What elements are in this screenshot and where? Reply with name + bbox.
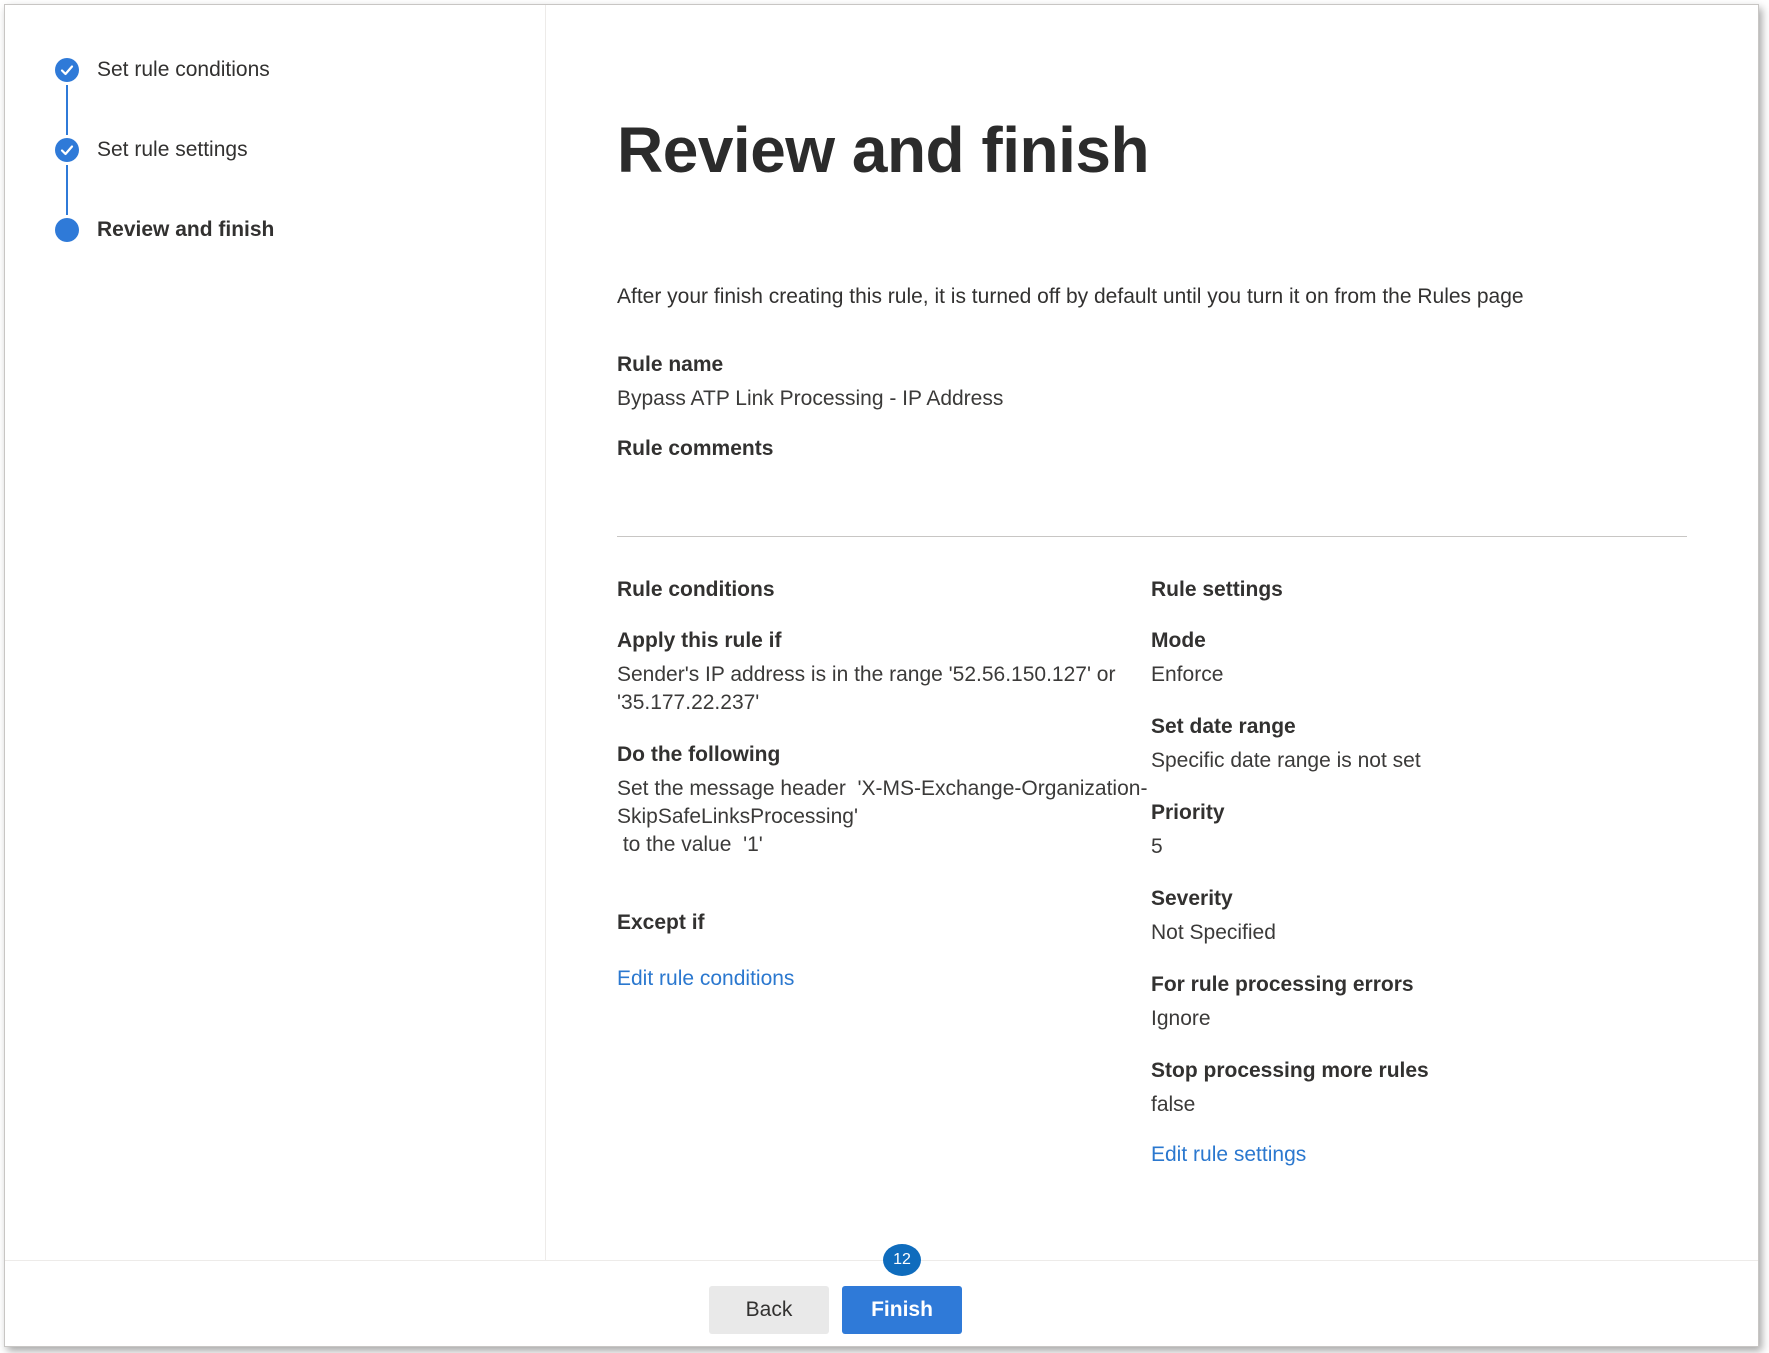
processing-errors-value: Ignore bbox=[1151, 1007, 1211, 1030]
step-label: Review and finish bbox=[97, 218, 275, 241]
step-label: Set rule conditions bbox=[97, 58, 270, 81]
rule-settings-heading: Rule settings bbox=[1151, 578, 1283, 601]
checkmark-icon bbox=[55, 138, 79, 162]
apply-rule-if-label: Apply this rule if bbox=[617, 629, 782, 652]
finish-button[interactable]: Finish bbox=[842, 1286, 962, 1334]
mode-value: Enforce bbox=[1151, 663, 1224, 686]
step-number-badge: 12 bbox=[883, 1244, 921, 1276]
step-connector bbox=[66, 85, 68, 135]
back-button[interactable]: Back bbox=[709, 1286, 829, 1334]
checkmark-icon bbox=[55, 58, 79, 82]
step-connector bbox=[66, 165, 68, 215]
edit-rule-conditions-link[interactable]: Edit rule conditions bbox=[617, 967, 794, 991]
priority-value: 5 bbox=[1151, 835, 1163, 858]
intro-text: After your finish creating this rule, it… bbox=[617, 285, 1524, 308]
mode-label: Mode bbox=[1151, 629, 1206, 652]
rule-name-label: Rule name bbox=[617, 353, 724, 376]
date-range-label: Set date range bbox=[1151, 715, 1296, 738]
severity-value: Not Specified bbox=[1151, 921, 1276, 944]
do-the-following-line: Set the message header 'X-MS-Exchange-Or… bbox=[617, 777, 1148, 800]
do-the-following-label: Do the following bbox=[617, 743, 781, 766]
stop-processing-label: Stop processing more rules bbox=[1151, 1059, 1429, 1082]
rule-conditions-heading: Rule conditions bbox=[617, 578, 775, 601]
wizard-panel: Set rule conditions Set rule settings Re… bbox=[4, 4, 1759, 1347]
do-the-following-line: SkipSafeLinksProcessing' bbox=[617, 805, 858, 828]
do-the-following-line: to the value '1' bbox=[617, 833, 763, 856]
rule-name-value: Bypass ATP Link Processing - IP Address bbox=[617, 387, 1004, 410]
severity-label: Severity bbox=[1151, 887, 1233, 910]
step-set-rule-conditions[interactable]: Set rule conditions bbox=[55, 58, 270, 82]
step-set-rule-settings[interactable]: Set rule settings bbox=[55, 138, 248, 162]
page-title: Review and finish bbox=[617, 114, 1150, 186]
step-review-and-finish[interactable]: Review and finish bbox=[55, 218, 274, 242]
apply-rule-if-line: Sender's IP address is in the range '52.… bbox=[617, 663, 1116, 686]
processing-errors-label: For rule processing errors bbox=[1151, 973, 1414, 996]
section-divider bbox=[617, 536, 1687, 537]
edit-rule-settings-link[interactable]: Edit rule settings bbox=[1151, 1143, 1306, 1167]
stop-processing-value: false bbox=[1151, 1093, 1196, 1116]
rule-comments-label: Rule comments bbox=[617, 437, 774, 460]
priority-label: Priority bbox=[1151, 801, 1225, 824]
except-if-label: Except if bbox=[617, 911, 705, 934]
step-label: Set rule settings bbox=[97, 138, 248, 161]
wizard-steps: Set rule conditions Set rule settings Re… bbox=[5, 5, 546, 1260]
current-step-dot-icon bbox=[55, 218, 79, 242]
date-range-value: Specific date range is not set bbox=[1151, 749, 1421, 772]
apply-rule-if-line: '35.177.22.237' bbox=[617, 691, 760, 714]
